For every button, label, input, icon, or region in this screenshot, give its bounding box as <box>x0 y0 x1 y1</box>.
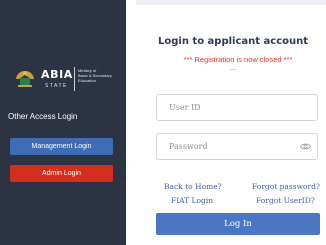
notice-ellipsis: ... <box>230 65 236 72</box>
fiat-login-link[interactable]: FIAT Login <box>171 196 213 205</box>
ministry-line: Education <box>78 78 96 83</box>
top-strip <box>136 0 326 5</box>
registration-closed-notice: *** Registration is now closed *** <box>183 55 293 64</box>
logo-name: ABIA <box>41 68 73 81</box>
other-access-heading: Other Access Login <box>8 112 78 121</box>
ministry-text: Ministry of Basic & Secondary Education <box>78 68 112 83</box>
password-input[interactable] <box>156 133 318 160</box>
management-login-button[interactable]: Management Login <box>10 138 113 155</box>
abia-state-logo: ABIA STATE Ministry of Basic & Secondary… <box>12 63 112 95</box>
logo-subtitle: STATE <box>45 83 68 89</box>
eye-icon[interactable] <box>300 142 311 151</box>
page-title: Login to applicant account <box>158 36 309 47</box>
forgot-password-link[interactable]: Forgot password? <box>252 182 320 191</box>
sidebar: ABIA STATE Ministry of Basic & Secondary… <box>0 0 126 245</box>
logo-divider <box>74 67 75 91</box>
admin-login-button[interactable]: Admin Login <box>10 165 113 182</box>
login-button[interactable]: Log In <box>156 213 320 235</box>
forgot-userid-link[interactable]: Forgot UserID? <box>256 196 315 205</box>
user-id-input[interactable] <box>156 94 318 121</box>
state-crest-icon <box>16 71 34 87</box>
back-to-home-link[interactable]: Back to Home? <box>164 182 222 191</box>
